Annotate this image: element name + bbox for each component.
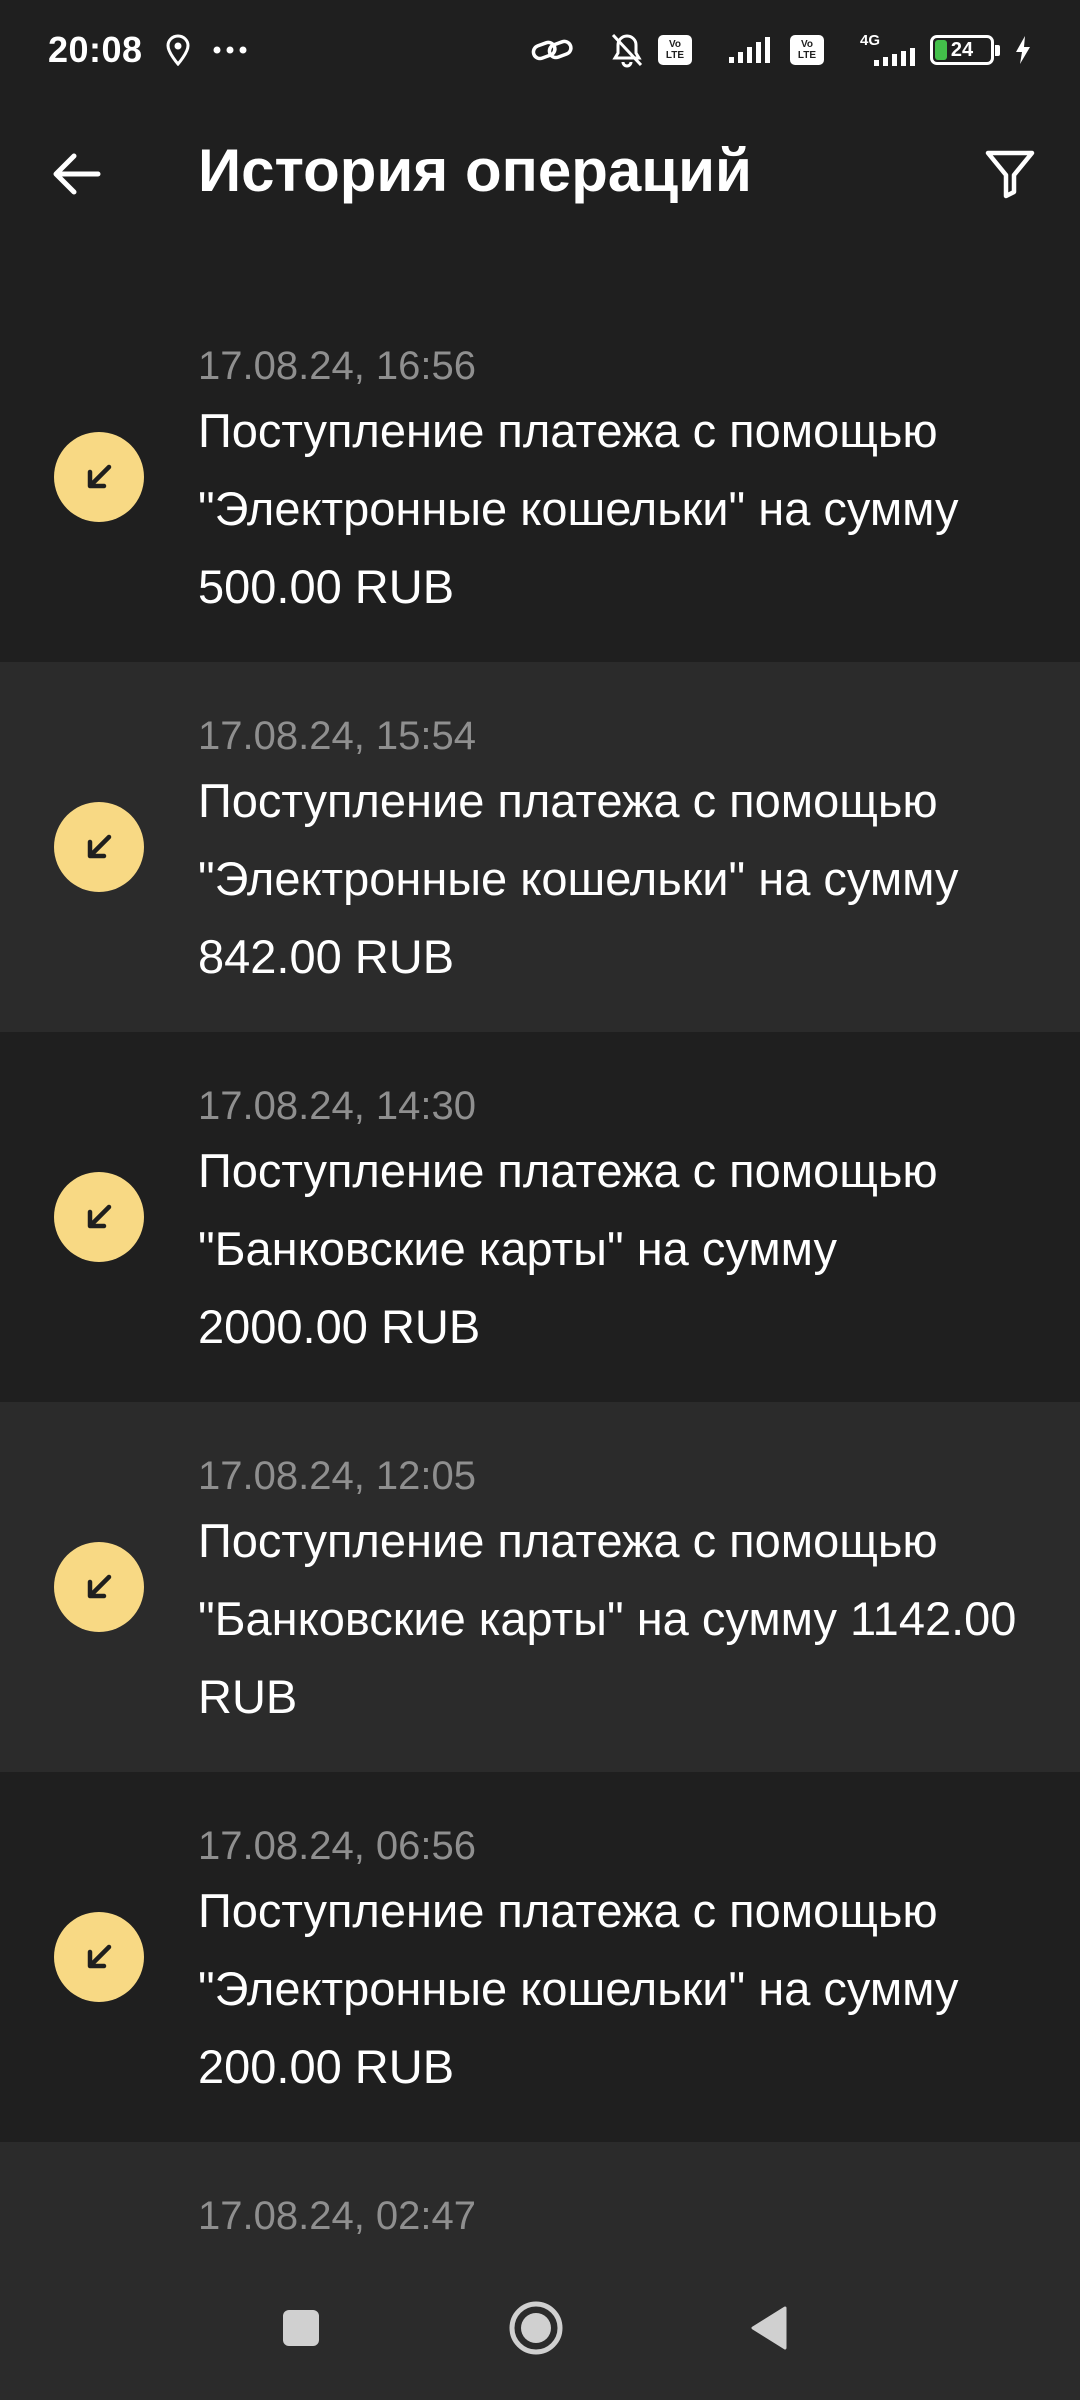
transaction-description: Поступление платежа с помощью "Электронн… — [198, 1884, 959, 2093]
system-back-button[interactable] — [729, 2290, 809, 2370]
volte-label-top: Vo — [668, 39, 682, 50]
incoming-arrow-icon — [54, 1542, 144, 1632]
transaction-row[interactable]: 17.08.24, 12:05 Поступление платежа с по… — [0, 1402, 1080, 1772]
transaction-description: Поступление платежа с помощью "Банковски… — [198, 1144, 938, 1353]
home-circle-icon — [508, 2300, 564, 2361]
transaction-date: 17.08.24, 06:56 — [198, 1824, 477, 1868]
signal-icon — [728, 35, 776, 65]
transaction-row[interactable]: 17.08.24, 14:30 Поступление платежа с по… — [0, 1032, 1080, 1402]
transaction-date: 17.08.24, 14:30 — [198, 1084, 477, 1128]
transaction-date: 17.08.24, 02:47 — [198, 2194, 477, 2238]
volte-label-bottom: LTE — [797, 50, 817, 61]
incoming-arrow-icon — [54, 1912, 144, 2002]
page-title: История операций — [198, 137, 752, 204]
more-dots-icon — [213, 45, 247, 55]
transaction-date: 17.08.24, 16:56 — [198, 344, 477, 388]
transaction-description: Поступление платежа с помощью "Электронн… — [198, 774, 959, 983]
recents-square-icon — [281, 2308, 321, 2353]
transaction-row[interactable]: 17.08.24, 16:56 Поступление платежа с по… — [0, 292, 1080, 662]
volte-label-top: Vo — [800, 39, 814, 50]
home-button[interactable] — [496, 2290, 576, 2370]
filter-icon — [984, 148, 1036, 205]
transaction-description: Поступление платежа с помощью "Электронн… — [198, 404, 959, 613]
incoming-arrow-icon — [54, 1172, 144, 1262]
transaction-row[interactable]: 17.08.24, 06:56 Поступление платежа с по… — [0, 1772, 1080, 2142]
incoming-arrow-icon — [54, 802, 144, 892]
network-type-label: 4G — [860, 32, 881, 49]
battery-icon: 24 — [930, 35, 1000, 65]
transaction-list: 17.08.24, 16:56 Поступление платежа с по… — [0, 292, 1080, 2352]
battery-level: 24 — [950, 38, 974, 61]
screen: 20:08 Vo LTE Vo LTE 4G 24 История операц… — [0, 0, 1080, 2400]
back-button[interactable] — [40, 140, 112, 212]
status-icons: Vo LTE Vo LTE 4G 24 — [508, 32, 1032, 68]
link-icon — [530, 35, 574, 65]
app-bar: История операций — [0, 100, 1080, 250]
status-time: 20:08 — [48, 29, 143, 70]
battery-fill — [935, 40, 947, 60]
volte-icon-2: Vo LTE — [790, 35, 824, 65]
recents-button[interactable] — [261, 2290, 341, 2370]
signal-4g-icon: 4G — [860, 32, 916, 66]
filter-button[interactable] — [974, 140, 1046, 212]
volte-label-bottom: LTE — [665, 50, 685, 61]
bell-off-icon — [610, 32, 644, 68]
transaction-description: Поступление платежа с помощью "Банковски… — [198, 1514, 1017, 1723]
status-bar: 20:08 Vo LTE Vo LTE 4G 24 — [0, 0, 1080, 100]
volte-icon: Vo LTE — [658, 35, 692, 65]
location-icon — [165, 34, 191, 66]
charging-icon — [1014, 35, 1032, 65]
incoming-arrow-icon — [54, 432, 144, 522]
system-nav-bar — [0, 2260, 1080, 2400]
transaction-row[interactable]: 17.08.24, 15:54 Поступление платежа с по… — [0, 662, 1080, 1032]
back-triangle-icon — [749, 2305, 789, 2356]
transaction-date: 17.08.24, 15:54 — [198, 714, 477, 758]
transaction-date: 17.08.24, 12:05 — [198, 1454, 477, 1498]
back-arrow-icon — [51, 152, 101, 201]
